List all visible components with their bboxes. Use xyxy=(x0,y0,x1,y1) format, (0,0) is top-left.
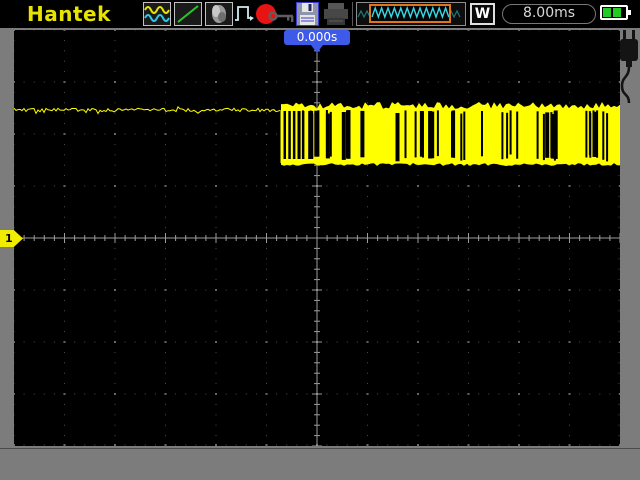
graticule-display xyxy=(13,29,621,447)
power-plug-glyph xyxy=(620,30,638,104)
waveform-preview[interactable] xyxy=(356,2,466,26)
hand-icon[interactable] xyxy=(205,2,233,26)
battery-icon xyxy=(600,5,631,20)
dual-sine-glyph xyxy=(144,6,170,22)
battery-bar xyxy=(603,8,611,17)
preview-bright-wave xyxy=(371,6,449,20)
zoom-window[interactable] xyxy=(369,4,451,23)
trigger-time-pointer xyxy=(311,45,323,53)
power-plug-icon xyxy=(619,30,640,112)
toolbar-divider xyxy=(352,2,353,26)
status-bar: DC 20 2.00V CH1 4.00V xyxy=(0,448,640,480)
scope-canvas xyxy=(13,29,621,447)
green-line-glyph xyxy=(177,5,199,23)
oscilloscope-screen: Hantek W 8.00ms 0.000s 1 xyxy=(0,0,640,480)
key-icon[interactable] xyxy=(268,8,295,27)
key-glyph xyxy=(268,11,294,22)
top-toolbar: Hantek W 8.00ms xyxy=(0,0,640,28)
dual-sine-icon[interactable] xyxy=(143,2,171,26)
window-mode-button[interactable]: W xyxy=(470,3,495,25)
printer-glyph xyxy=(324,3,348,25)
printer-icon[interactable] xyxy=(323,3,349,30)
brand-logo: Hantek xyxy=(27,2,111,26)
floppy-glyph xyxy=(296,2,319,26)
trigger-time-balloon[interactable]: 0.000s xyxy=(284,30,350,45)
green-line-icon[interactable] xyxy=(174,2,202,26)
timebase-display[interactable]: 8.00ms xyxy=(502,4,596,24)
save-icon[interactable] xyxy=(296,2,319,30)
battery-bar xyxy=(613,8,621,17)
pulse-icon[interactable] xyxy=(234,3,256,29)
battery-bars xyxy=(603,8,621,17)
hand-glyph xyxy=(212,5,226,23)
pulse-glyph xyxy=(235,6,254,21)
